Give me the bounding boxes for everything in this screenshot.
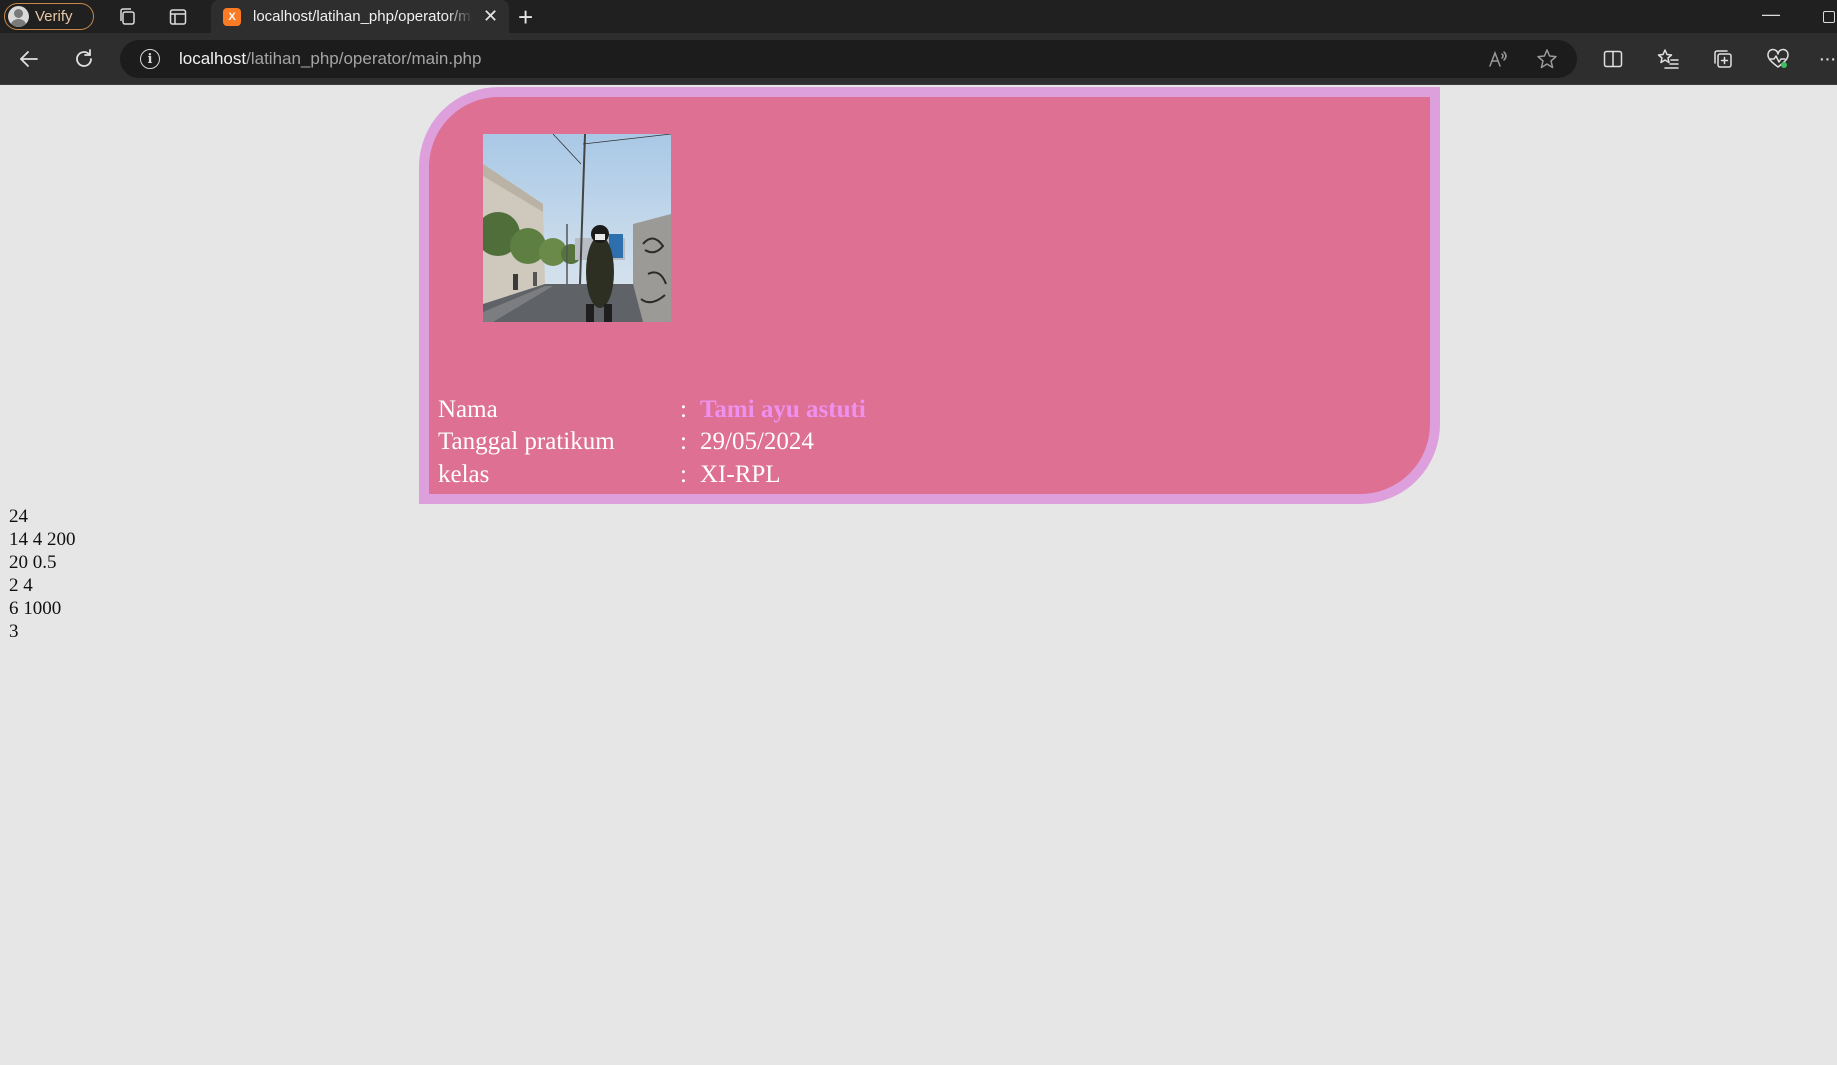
- info-row-kelas: kelas : XI-RPL: [438, 458, 866, 491]
- info-row-tanggal: Tanggal pratikum : 29/05/2024: [438, 426, 866, 459]
- maximize-window-icon[interactable]: [1823, 11, 1835, 23]
- xampp-favicon-icon: X: [223, 7, 241, 26]
- minimize-window-icon[interactable]: —: [1762, 4, 1780, 25]
- result-line: 24: [9, 506, 28, 527]
- profile-info-table: Nama : Tami ayu astuti Tanggal pratikum …: [438, 393, 866, 491]
- avatar-icon: [8, 6, 29, 27]
- more-menu-icon[interactable]: ···: [1817, 46, 1837, 72]
- result-line: 2 4: [9, 575, 33, 596]
- result-line: 6 1000: [9, 598, 62, 619]
- favorites-list-icon[interactable]: [1655, 46, 1681, 72]
- info-row-nama: Nama : Tami ayu astuti: [438, 393, 866, 426]
- value-nama: Tami ayu astuti: [700, 395, 866, 423]
- split-screen-icon[interactable]: [1600, 46, 1626, 72]
- address-bar[interactable]: i localhost/latihan_php/operator/main.ph…: [120, 40, 1577, 78]
- label-nama: Nama: [438, 395, 498, 423]
- result-line: 3: [9, 621, 19, 642]
- favorite-star-icon[interactable]: [1534, 46, 1560, 72]
- colon-separator: :: [680, 428, 687, 456]
- value-kelas: XI-RPL: [700, 460, 781, 488]
- site-info-icon[interactable]: i: [140, 49, 160, 69]
- refresh-icon[interactable]: [71, 46, 97, 72]
- browser-essentials-icon[interactable]: [1765, 46, 1791, 72]
- value-tanggal-pratikum: 29/05/2024: [700, 428, 814, 456]
- label-kelas: kelas: [438, 460, 490, 488]
- result-line: 20 0.5: [9, 552, 57, 573]
- result-line: 14 4 200: [9, 529, 76, 550]
- back-arrow-icon[interactable]: [16, 46, 42, 72]
- profile-label: Verify: [35, 8, 73, 25]
- url-path: /latihan_php/operator/main.php: [246, 49, 482, 68]
- vertical-tabs-icon[interactable]: [167, 6, 189, 28]
- url-host: localhost: [179, 49, 247, 68]
- label-tanggal-pratikum: Tanggal pratikum: [438, 428, 615, 456]
- profile-button[interactable]: Verify: [4, 3, 94, 30]
- collections-icon[interactable]: [1710, 46, 1736, 72]
- tab-main-php[interactable]: X localhost/latihan_php/operator/main.ph…: [211, 0, 509, 33]
- tab-title: localhost/latihan_php/operator/main.php: [253, 8, 473, 25]
- profile-photo: [483, 134, 671, 322]
- new-tab-icon[interactable]: +: [518, 2, 533, 33]
- operator-results: 24 14 4 200 20 0.5 2 4 6 1000 3: [9, 505, 76, 643]
- browser-tab-strip: Verify X localhost/latihan_php/operator/…: [0, 0, 1837, 33]
- browser-toolbar: i localhost/latihan_php/operator/main.ph…: [0, 33, 1837, 85]
- url-text[interactable]: localhost/latihan_php/operator/main.php: [179, 49, 481, 69]
- colon-separator: :: [680, 395, 687, 423]
- close-tab-icon[interactable]: ✕: [483, 6, 498, 27]
- workspaces-icon[interactable]: [116, 6, 138, 28]
- colon-separator: :: [680, 460, 687, 488]
- read-aloud-icon[interactable]: [1485, 46, 1511, 72]
